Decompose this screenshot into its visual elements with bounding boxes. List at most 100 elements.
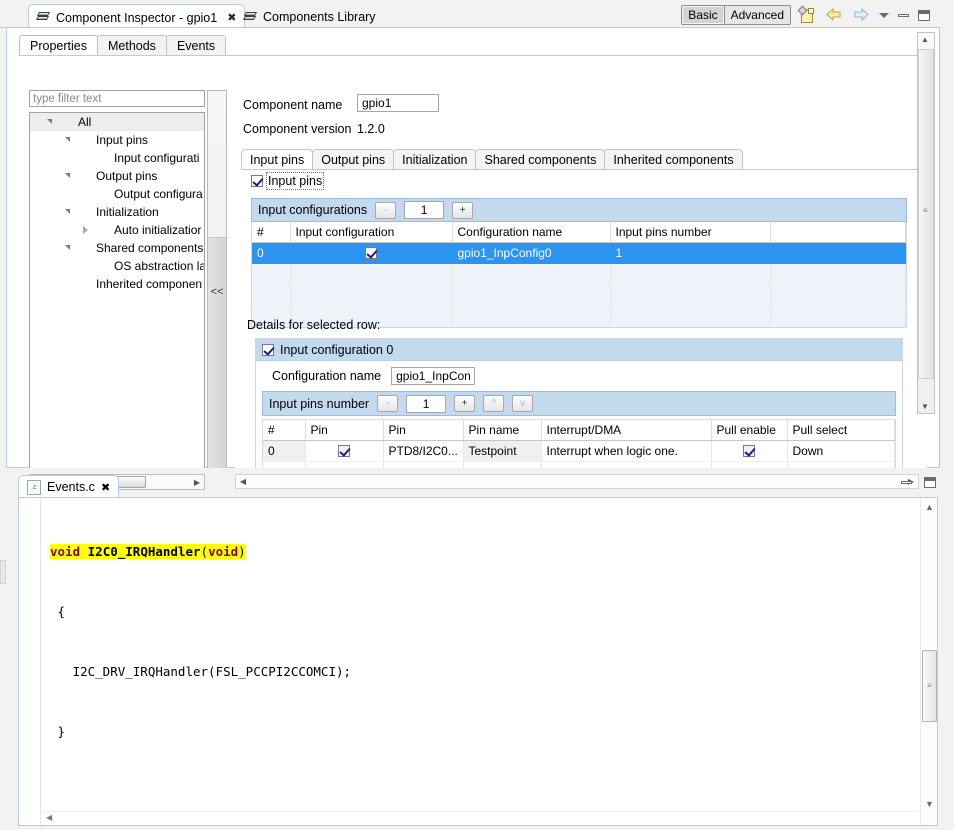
- cell-configuration-name[interactable]: gpio1_InpConfig0: [452, 242, 610, 263]
- column-pin-name: Pin name: [463, 420, 541, 440]
- tree-item-input-pins[interactable]: Input pins: [30, 131, 204, 149]
- column-pin: Pin: [383, 420, 463, 440]
- view-header-controls: Basic Advanced: [681, 4, 930, 26]
- table-row[interactable]: [252, 263, 906, 284]
- tree-item-input-configurations[interactable]: Input configurati: [30, 149, 204, 167]
- cell-empty: [770, 284, 906, 305]
- scroll-up-icon[interactable]: ▲: [925, 502, 934, 512]
- tree-item-initialization[interactable]: Initialization: [30, 203, 204, 221]
- move-pin-down-button[interactable]: v: [512, 395, 533, 412]
- cell-empty: [252, 284, 290, 305]
- column-input-pins-number: Input pins number: [610, 222, 770, 242]
- decrement-input-configs-button[interactable]: -: [375, 202, 396, 219]
- table-row[interactable]: [252, 284, 906, 305]
- inspector-detail-pane: Component name gpio1 Component version 1…: [235, 84, 927, 472]
- cell-pin[interactable]: PTD8/I2C0...: [383, 440, 463, 461]
- table-header-row: # Input configuration Configuration name…: [252, 222, 906, 242]
- maximize-icon[interactable]: [924, 477, 936, 488]
- tab-input-pins[interactable]: Input pins: [241, 149, 313, 170]
- tree-item-os-abstraction-layer[interactable]: OS abstraction la: [30, 257, 204, 275]
- cell-enabled[interactable]: [290, 242, 452, 263]
- tree-item-all[interactable]: All: [30, 113, 204, 131]
- increment-pins-button[interactable]: +: [454, 395, 475, 412]
- component-icon: [243, 11, 257, 24]
- checkbox-icon[interactable]: [338, 445, 350, 457]
- tab-inherited-components[interactable]: Inherited components: [604, 149, 742, 170]
- tree-item-inherited-components[interactable]: Inherited componen: [30, 275, 204, 293]
- mode-basic-button[interactable]: Basic: [682, 6, 724, 24]
- decrement-pins-button[interactable]: -: [377, 395, 398, 412]
- detail-scrollbar-thumb[interactable]: ≡: [918, 49, 934, 379]
- input-pins-toggle[interactable]: Input pins: [251, 174, 322, 188]
- input-configs-count[interactable]: 1: [404, 201, 444, 219]
- cell-pins-number[interactable]: 1: [610, 242, 770, 263]
- move-pin-up-button[interactable]: ^: [483, 395, 504, 412]
- tree-item-output-pins[interactable]: Output pins: [30, 167, 204, 185]
- tab-shared-components[interactable]: Shared components: [475, 149, 605, 170]
- cell-empty: [770, 263, 906, 284]
- editor-vscrollbar[interactable]: ▲ ≡ ▼: [920, 498, 937, 825]
- maximize-icon[interactable]: [918, 10, 930, 21]
- cell-pin-enabled[interactable]: [305, 440, 383, 461]
- scroll-down-icon[interactable]: ▼: [921, 402, 929, 411]
- cell-pull-select[interactable]: Down: [787, 440, 895, 461]
- tab-methods[interactable]: Methods: [97, 35, 167, 56]
- back-arrow-icon[interactable]: [825, 7, 843, 23]
- input-pins-table[interactable]: # Pin Pin Pin name Interrupt/DMA Pull en…: [262, 419, 896, 472]
- scroll-up-icon[interactable]: ▲: [921, 35, 929, 44]
- note-edit-icon[interactable]: [800, 7, 816, 24]
- code-content[interactable]: void I2C0_IRQHandler(void) { I2C_DRV_IRQ…: [42, 498, 919, 825]
- checkbox-icon[interactable]: [251, 175, 263, 187]
- tree-item-label: Inherited componen: [96, 275, 202, 293]
- configuration-name-input[interactable]: gpio1_InpCon: [391, 367, 475, 385]
- detail-scrollbar[interactable]: ▲ ≡ ▼: [917, 32, 935, 414]
- tree-scrollbar[interactable]: [207, 90, 227, 472]
- mode-advanced-button[interactable]: Advanced: [725, 6, 790, 24]
- tree-item-auto-initialization[interactable]: Auto initializatior: [30, 221, 204, 239]
- editor-hscrollbar[interactable]: ◀: [42, 811, 919, 825]
- cell-empty: [610, 263, 770, 284]
- code-line: }: [42, 722, 919, 742]
- table-row[interactable]: 0 PTD8/I2C0... Testpoint Interrupt when …: [263, 440, 895, 461]
- filter-input[interactable]: type filter text: [29, 90, 205, 107]
- scroll-left-icon[interactable]: ◀: [46, 813, 52, 822]
- tab-events-c[interactable]: .c Events.c ✖: [18, 475, 119, 498]
- tab-output-pins[interactable]: Output pins: [312, 149, 394, 170]
- tab-initialization[interactable]: Initialization: [393, 149, 476, 170]
- tab-properties[interactable]: Properties: [19, 35, 98, 56]
- details-label: Details for selected row:: [247, 318, 380, 332]
- cell-pull-enable[interactable]: [711, 440, 787, 461]
- checkbox-icon[interactable]: [262, 344, 274, 356]
- tab-label: Component Inspector - gpio1: [56, 11, 217, 25]
- minimize-icon[interactable]: [898, 14, 909, 17]
- cell-pin-name[interactable]: Testpoint: [463, 440, 541, 461]
- fast-view-handle[interactable]: [0, 560, 6, 584]
- input-configurations-table[interactable]: # Input configuration Configuration name…: [251, 222, 907, 328]
- tree-item-shared-components[interactable]: Shared components: [30, 239, 204, 257]
- forward-arrow-icon[interactable]: [852, 7, 870, 23]
- scroll-down-icon[interactable]: ▼: [925, 799, 934, 809]
- checkbox-icon[interactable]: [365, 247, 377, 259]
- minimize-icon[interactable]: [901, 481, 912, 484]
- close-icon[interactable]: ✖: [101, 481, 110, 494]
- cell-interrupt-dma[interactable]: Interrupt when logic one.: [541, 440, 711, 461]
- code-line: void I2C0_IRQHandler(void): [42, 542, 919, 562]
- configuration-name-label: Configuration name: [272, 369, 381, 383]
- code-editor[interactable]: void I2C0_IRQHandler(void) { I2C_DRV_IRQ…: [18, 498, 938, 826]
- property-tree[interactable]: All Input pins Input configurati Output …: [29, 112, 205, 472]
- increment-input-configs-button[interactable]: +: [452, 202, 473, 219]
- pins-count[interactable]: 1: [406, 395, 446, 413]
- editor-gutter[interactable]: [19, 498, 41, 825]
- checkbox-icon[interactable]: [743, 445, 755, 457]
- mode-toggle[interactable]: Basic Advanced: [681, 5, 791, 25]
- component-name-input[interactable]: gpio1: [357, 94, 439, 112]
- tab-events[interactable]: Events: [166, 35, 226, 56]
- tree-item-output-configurations[interactable]: Output configura: [30, 185, 204, 203]
- tree-item-label: Initialization: [96, 203, 159, 221]
- table-row[interactable]: 0 gpio1_InpConfig0 1: [252, 242, 906, 263]
- view-menu-icon[interactable]: [879, 13, 889, 18]
- collapse-panel-button[interactable]: <<: [208, 283, 226, 301]
- tab-label: Components Library: [263, 10, 376, 24]
- tree-scrollbar-thumb[interactable]: [208, 237, 226, 469]
- editor-vscrollbar-thumb[interactable]: ≡: [922, 650, 937, 722]
